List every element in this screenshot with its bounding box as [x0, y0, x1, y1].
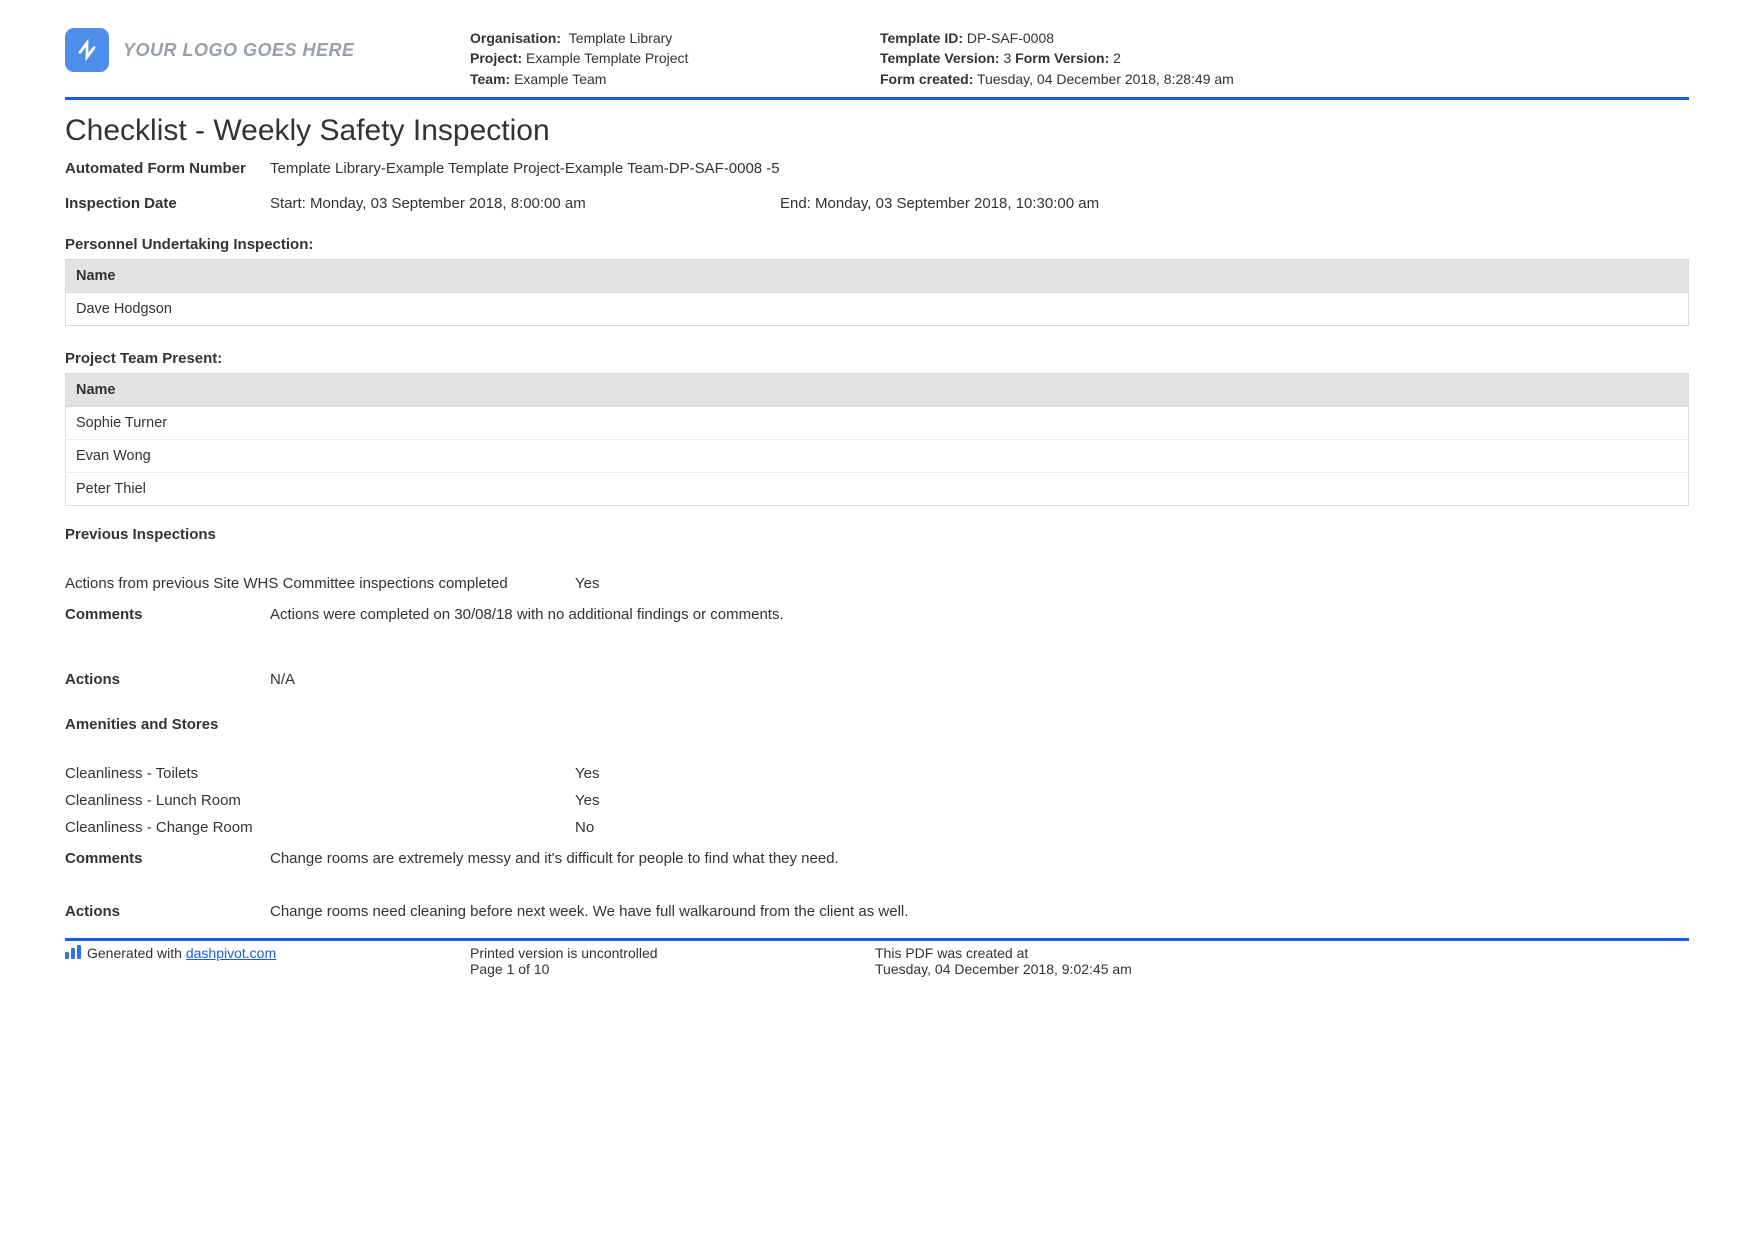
- template-version-value: 3: [1003, 50, 1011, 66]
- uncontrolled-text: Printed version is uncontrolled: [470, 945, 875, 961]
- amenities-actions-value: Change rooms need cleaning before next w…: [270, 903, 1689, 920]
- header-divider: [65, 97, 1689, 100]
- header-middle: Organisation: Template Library Project: …: [470, 28, 880, 89]
- amenities-row: Cleanliness - Change Room No: [65, 819, 1689, 836]
- personnel-table: Name Dave Hodgson: [65, 259, 1689, 326]
- team-value: Example Team: [514, 71, 606, 87]
- template-version-label: Template Version:: [880, 50, 1000, 66]
- footer: Generated with dashpivot.com Printed ver…: [65, 941, 1689, 997]
- table-row: Sophie Turner: [66, 407, 1688, 439]
- amenities-row: Cleanliness - Toilets Yes: [65, 765, 1689, 782]
- logo-icon: [65, 28, 109, 72]
- previous-comments-value: Actions were completed on 30/08/18 with …: [270, 606, 1689, 623]
- amenities-row: Cleanliness - Lunch Room Yes: [65, 792, 1689, 809]
- auto-form-number-row: Automated Form Number Template Library-E…: [65, 160, 1689, 177]
- document-page: YOUR LOGO GOES HERE Organisation: Templa…: [0, 0, 1754, 1240]
- organisation-label: Organisation:: [470, 30, 561, 46]
- table-row: Evan Wong: [66, 439, 1688, 472]
- amenities-actions-label: Actions: [65, 903, 270, 920]
- table-row: Peter Thiel: [66, 472, 1688, 505]
- team-present-heading: Project Team Present:: [65, 350, 1689, 367]
- organisation-value: Template Library: [569, 30, 673, 46]
- generated-prefix: Generated with: [87, 945, 186, 961]
- header-left: YOUR LOGO GOES HERE: [65, 28, 470, 72]
- previous-actions-row: Actions N/A: [65, 671, 1689, 688]
- amenities-actions-row: Actions Change rooms need cleaning befor…: [65, 903, 1689, 920]
- previous-comments-label: Comments: [65, 606, 270, 623]
- header-right: Template ID: DP-SAF-0008 Template Versio…: [880, 28, 1689, 89]
- previous-q1-row: Actions from previous Site WHS Committee…: [65, 575, 1689, 592]
- previous-q1-value: Yes: [575, 575, 1689, 592]
- previous-inspections-heading: Previous Inspections: [65, 526, 1689, 543]
- form-created-label: Form created:: [880, 71, 973, 87]
- previous-actions-label: Actions: [65, 671, 270, 688]
- amenities-comments-row: Comments Change rooms are extremely mess…: [65, 850, 1689, 867]
- auto-form-number-label: Automated Form Number: [65, 160, 270, 177]
- footer-generated: Generated with dashpivot.com: [65, 945, 470, 977]
- form-version-label: Form Version:: [1015, 50, 1109, 66]
- inspection-date-row: Inspection Date Start: Monday, 03 Septem…: [65, 195, 1689, 212]
- dashpivot-link[interactable]: dashpivot.com: [186, 945, 276, 961]
- footer-right: This PDF was created at Tuesday, 04 Dece…: [875, 945, 1689, 977]
- amenities-row-label: Cleanliness - Lunch Room: [65, 792, 575, 809]
- amenities-row-label: Cleanliness - Change Room: [65, 819, 575, 836]
- personnel-heading: Personnel Undertaking Inspection:: [65, 236, 1689, 253]
- team-label: Team:: [470, 71, 510, 87]
- amenities-row-value: No: [575, 819, 1689, 836]
- team-name: Peter Thiel: [66, 472, 1688, 505]
- auto-form-number-value: Template Library-Example Template Projec…: [270, 160, 1689, 177]
- amenities-comments-value: Change rooms are extremely messy and it'…: [270, 850, 1689, 867]
- previous-q1-label: Actions from previous Site WHS Committee…: [65, 575, 575, 592]
- previous-comments-row: Comments Actions were completed on 30/08…: [65, 606, 1689, 623]
- project-value: Example Template Project: [526, 50, 688, 66]
- inspection-date-label: Inspection Date: [65, 195, 270, 212]
- team-name: Sophie Turner: [66, 407, 1688, 439]
- table-row: Dave Hodgson: [66, 293, 1688, 325]
- template-id-value: DP-SAF-0008: [967, 30, 1054, 46]
- team-col-name: Name: [66, 374, 1688, 407]
- footer-center: Printed version is uncontrolled Page 1 o…: [470, 945, 875, 977]
- logo-placeholder-text: YOUR LOGO GOES HERE: [123, 40, 355, 61]
- team-present-table: Name Sophie Turner Evan Wong Peter Thiel: [65, 373, 1689, 506]
- form-version-value: 2: [1113, 50, 1121, 66]
- team-name: Evan Wong: [66, 439, 1688, 472]
- template-id-label: Template ID:: [880, 30, 963, 46]
- project-label: Project:: [470, 50, 522, 66]
- page-title: Checklist - Weekly Safety Inspection: [65, 114, 1689, 148]
- page-number: Page 1 of 10: [470, 961, 875, 977]
- inspection-start: Start: Monday, 03 September 2018, 8:00:0…: [270, 195, 780, 212]
- form-created-value: Tuesday, 04 December 2018, 8:28:49 am: [977, 71, 1234, 87]
- amenities-row-label: Cleanliness - Toilets: [65, 765, 575, 782]
- amenities-row-value: Yes: [575, 765, 1689, 782]
- header: YOUR LOGO GOES HERE Organisation: Templa…: [65, 28, 1689, 95]
- personnel-col-name: Name: [66, 260, 1688, 293]
- personnel-name: Dave Hodgson: [66, 293, 1688, 325]
- amenities-heading: Amenities and Stores: [65, 716, 1689, 733]
- amenities-row-value: Yes: [575, 792, 1689, 809]
- previous-actions-value: N/A: [270, 671, 1689, 688]
- created-at-value: Tuesday, 04 December 2018, 9:02:45 am: [875, 961, 1689, 977]
- inspection-end: End: Monday, 03 September 2018, 10:30:00…: [780, 195, 1689, 212]
- amenities-comments-label: Comments: [65, 850, 270, 867]
- bars-icon: [65, 945, 81, 959]
- created-at-label: This PDF was created at: [875, 945, 1689, 961]
